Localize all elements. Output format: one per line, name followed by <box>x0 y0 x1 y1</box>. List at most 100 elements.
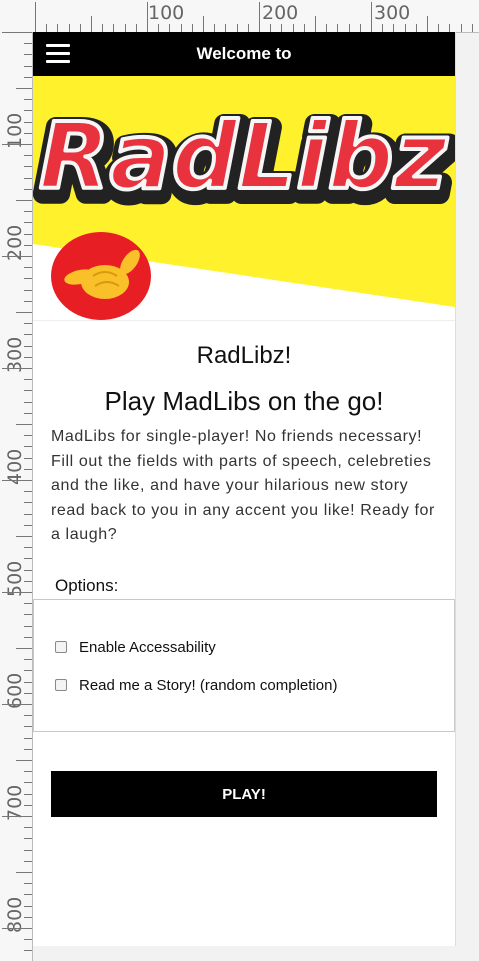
ruler-tick <box>24 636 32 638</box>
horizontal-ruler: 100 200 300 <box>0 0 479 33</box>
ruler-tick <box>24 670 32 672</box>
ruler-tick <box>270 24 272 32</box>
ruler-tick <box>24 905 32 907</box>
ruler-tick <box>16 648 32 649</box>
ruler-tick <box>24 894 32 896</box>
logo-text: RadLibz <box>39 103 448 210</box>
ruler-tick <box>24 43 32 45</box>
ruler-tick <box>2 816 32 817</box>
ruler-tick <box>180 24 182 32</box>
ruler-tick <box>24 726 32 728</box>
ruler-tick <box>24 737 32 739</box>
ruler-tick <box>214 24 216 32</box>
ruler-tick <box>16 200 32 201</box>
ruler-tick <box>281 24 283 32</box>
ruler-tick <box>460 24 462 32</box>
ruler-tick <box>24 748 32 750</box>
ruler-tick <box>2 256 32 257</box>
ruler-tick <box>24 76 32 78</box>
ruler-tick <box>393 24 395 32</box>
ruler-tick <box>247 24 249 32</box>
ruler-tick <box>24 132 32 134</box>
ruler-tick <box>68 24 70 32</box>
ruler-tick <box>203 16 204 32</box>
ruler-tick <box>16 872 32 873</box>
ruler-tick <box>24 468 32 470</box>
ruler-tick <box>24 65 32 67</box>
ruler-tick <box>24 513 32 515</box>
ruler-tick <box>471 24 473 32</box>
ruler-tick <box>24 625 32 627</box>
ruler-tick <box>24 838 32 840</box>
shaka-hand-icon <box>51 232 151 320</box>
app-viewport: Welcome to RadLibz RadLibz RadLibz! Play… <box>33 32 455 946</box>
ruler-tick <box>24 715 32 717</box>
ruler-tick <box>57 24 59 32</box>
ruler-tick <box>371 2 372 32</box>
ruler-tick <box>24 435 32 437</box>
ruler-tick <box>2 592 32 593</box>
read-story-checkbox[interactable] <box>55 679 67 691</box>
ruler-tick <box>158 24 160 32</box>
ruler-tick <box>24 390 32 392</box>
ruler-tick <box>16 760 32 761</box>
ruler-tick <box>24 412 32 414</box>
ruler-tick <box>427 16 428 32</box>
ruler-tick <box>24 222 32 224</box>
ruler-tick <box>359 24 361 32</box>
ruler-tick <box>225 24 227 32</box>
ruler-tick <box>2 928 32 929</box>
ruler-tick <box>382 24 384 32</box>
ruler-tick <box>24 804 32 806</box>
ruler-tick <box>415 24 417 32</box>
ruler-tick <box>24 401 32 403</box>
hamburger-icon[interactable] <box>46 44 70 64</box>
ruler-tick <box>326 24 328 32</box>
page-subtitle: Play MadLibs on the go! <box>104 386 384 416</box>
ruler-tick <box>449 24 451 32</box>
ruler-tick <box>236 24 238 32</box>
ruler-tick <box>24 177 32 179</box>
ruler-tick <box>24 681 32 683</box>
ruler-tick <box>24 300 32 302</box>
ruler-tick <box>91 16 92 32</box>
accessability-checkbox[interactable] <box>55 641 67 653</box>
ruler-tick <box>24 771 32 773</box>
ruler-tick <box>24 446 32 448</box>
ruler-tick <box>24 188 32 190</box>
ruler-tick <box>16 312 32 313</box>
ruler-label: 200 <box>262 2 299 24</box>
ruler-tick <box>113 24 115 32</box>
description-text: MadLibs for single-player! No friends ne… <box>51 428 435 543</box>
option-label: Enable Accessability <box>79 638 216 656</box>
ruler-tick <box>259 2 260 32</box>
page-title: RadLibz! <box>196 342 292 369</box>
ruler-tick <box>24 782 32 784</box>
ruler-tick <box>24 457 32 459</box>
ruler-tick <box>124 24 126 32</box>
viewport-edge <box>455 32 456 946</box>
ruler-tick <box>24 267 32 269</box>
ruler-tick <box>24 334 32 336</box>
ruler-tick <box>24 659 32 661</box>
ruler-tick <box>102 24 104 32</box>
ruler-tick <box>24 524 32 526</box>
vertical-ruler: 100 200 300 400 500 600 700 800 <box>0 32 33 961</box>
ruler-tick <box>24 849 32 851</box>
ruler-tick <box>24 166 32 168</box>
ruler-tick <box>24 939 32 941</box>
ruler-tick <box>24 916 32 918</box>
ruler-tick <box>2 32 32 33</box>
option-enable-accessability[interactable]: Enable Accessability <box>55 636 216 658</box>
ruler-tick <box>24 950 32 952</box>
ruler-label: 100 <box>148 2 185 24</box>
play-button[interactable]: PLAY! <box>51 771 437 817</box>
ruler-tick <box>337 24 339 32</box>
option-read-me-a-story[interactable]: Read me a Story! (random completion) <box>55 674 337 696</box>
ruler-tick <box>303 24 305 32</box>
ruler-tick <box>46 24 48 32</box>
hero-graphic: RadLibz RadLibz <box>33 76 455 320</box>
ruler-tick <box>438 24 440 32</box>
ruler-tick <box>348 24 350 32</box>
hero-banner: RadLibz RadLibz <box>33 76 455 320</box>
